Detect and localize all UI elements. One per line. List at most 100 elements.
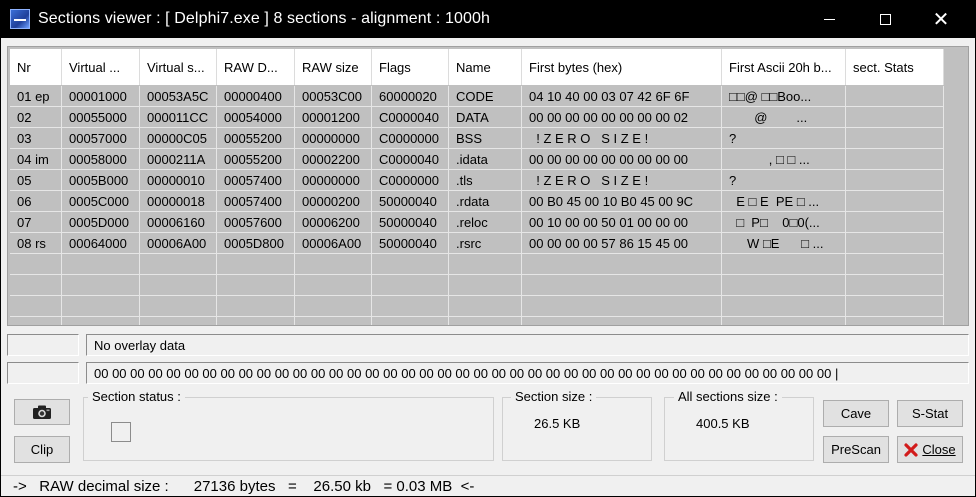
grid-cell: 000011CC [140,107,217,128]
grid-cell: .tls [449,170,522,191]
grid-cell: 01 ep [10,86,62,107]
grid-cell: 00001200 [295,107,372,128]
section-status-group [83,397,494,461]
section-row[interactable]: 02 00055000 000011CC 00054000 00001200 C00000… [10,107,944,128]
grid-cell [449,254,522,275]
column-header[interactable]: sect. Stats [846,49,944,85]
grid-cell: 0005B000 [62,170,140,191]
grid-cell [449,317,522,325]
grid-cell: 00057000 [62,128,140,149]
column-header[interactable]: RAW D... [217,49,295,85]
grid-cell [372,254,449,275]
close-icon: ✕ [932,8,950,31]
close-window-button[interactable]: ✕ [918,0,964,38]
grid-cell [846,107,944,128]
section-row[interactable]: 06 0005C000 00000018 00057400 00000200 500000… [10,191,944,212]
grid-cell [846,296,944,317]
grid-cell: 00 00 00 00 00 00 00 00 00 [522,149,722,170]
grid-cell: 00064000 [62,233,140,254]
section-row[interactable]: 03 00057000 00000C05 00055200 00000000 C00000… [10,128,944,149]
column-header[interactable]: Name [449,49,522,85]
grid-cell: 00000000 [295,170,372,191]
grid-cell: 00000C05 [140,128,217,149]
minimize-button[interactable] [806,0,852,38]
grid-cell: 00055200 [217,128,295,149]
grid-cell: 00 00 00 00 00 00 00 00 02 [522,107,722,128]
prescan-button[interactable]: PreScan [823,436,889,463]
grid-cell: 02 [10,107,62,128]
column-header[interactable]: Virtual ... [62,49,140,85]
grid-cell: .rdata [449,191,522,212]
all-sections-size-value: 400.5 KB [696,416,750,431]
cave-button[interactable]: Cave [823,400,889,427]
section-row[interactable]: 07 0005D000 00006160 00057600 00006200 500000… [10,212,944,233]
grid-cell [372,275,449,296]
close-button-label: Close [922,442,956,457]
grid-cell: 00057600 [217,212,295,233]
grid-cell [372,296,449,317]
clip-button[interactable]: Clip [14,436,70,463]
client-area: Nr Virtual ... Virtual s... RAW D... RAW siz… [0,38,976,497]
minimize-icon [823,18,835,20]
grid-cell: ! Z E R O S I Z E ! [522,128,722,149]
grid-cell [846,254,944,275]
empty-row [10,317,944,325]
grid-cell [522,275,722,296]
window-title: Sections viewer : [ Delphi7.exe ] 8 sect… [38,10,490,27]
column-header[interactable]: First Ascii 20h b... [722,49,846,85]
close-button[interactable]: Close [897,436,963,463]
grid-cell [140,254,217,275]
grid-cell: 00053C00 [295,86,372,107]
section-size-value: 26.5 KB [534,416,581,431]
grid-cell: ? [722,128,846,149]
s-stat-button[interactable]: S-Stat [897,400,963,427]
grid-cell: 04 im [10,149,62,170]
grid-cell: 00000000 [295,128,372,149]
grid-cell: 08 rs [10,233,62,254]
grid-cell: DATA [449,107,522,128]
grid-cell: 00057400 [217,170,295,191]
section-row[interactable]: 05 0005B000 00000010 00057400 00000000 C00000… [10,170,944,191]
grid-cell [846,275,944,296]
grid-cell: ! Z E R O S I Z E ! [522,170,722,191]
grid-cell [62,317,140,325]
column-header[interactable]: Flags [372,49,449,85]
status-bar: -> RAW decimal size : 27136 bytes = 26.5… [1,475,975,496]
column-header[interactable]: RAW size [295,49,372,85]
grid-cell: @ ... [722,107,846,128]
column-header[interactable]: First bytes (hex) [522,49,722,85]
title-bar: Sections viewer : [ Delphi7.exe ] 8 sect… [0,0,976,38]
grid-cell: C0000000 [372,170,449,191]
grid-cell: 04 10 40 00 03 07 42 6F 6F [522,86,722,107]
grid-cell [295,296,372,317]
grid-cell: 06 [10,191,62,212]
grid-cell: 00055000 [62,107,140,128]
grid-cell: 03 [10,128,62,149]
grid-cell [295,275,372,296]
grid-cell: 50000040 [372,191,449,212]
grid-cell [722,254,846,275]
column-header[interactable]: Nr [10,49,62,85]
grid-cell: 00054000 [217,107,295,128]
grid-cell [846,128,944,149]
maximize-button[interactable] [862,0,908,38]
grid-cell: 0005D800 [217,233,295,254]
empty-row [10,275,944,296]
column-header[interactable]: Virtual s... [140,49,217,85]
section-row[interactable]: 01 ep 00001000 00053A5C 00000400 00053C00 600… [10,86,944,107]
camera-button[interactable] [14,399,70,425]
section-row[interactable]: 08 rs 00064000 00006A00 0005D800 00006A00 500… [10,233,944,254]
grid-cell: W □E □ ... [722,233,846,254]
grid-cell: 00006A00 [140,233,217,254]
grid-cell [846,317,944,325]
app-icon [10,9,30,29]
grid-cell [846,212,944,233]
section-status-checkbox[interactable] [111,422,131,442]
grid-cell [10,296,62,317]
grid-cell: , □ □ ... [722,149,846,170]
grid-cell [846,191,944,212]
grid-cell: 00058000 [62,149,140,170]
section-status-label: Section status : [88,389,185,404]
section-row[interactable]: 04 im 00058000 0000211A 00055200 00002200 C00… [10,149,944,170]
sections-grid[interactable]: Nr Virtual ... Virtual s... RAW D... RAW siz… [7,46,969,326]
